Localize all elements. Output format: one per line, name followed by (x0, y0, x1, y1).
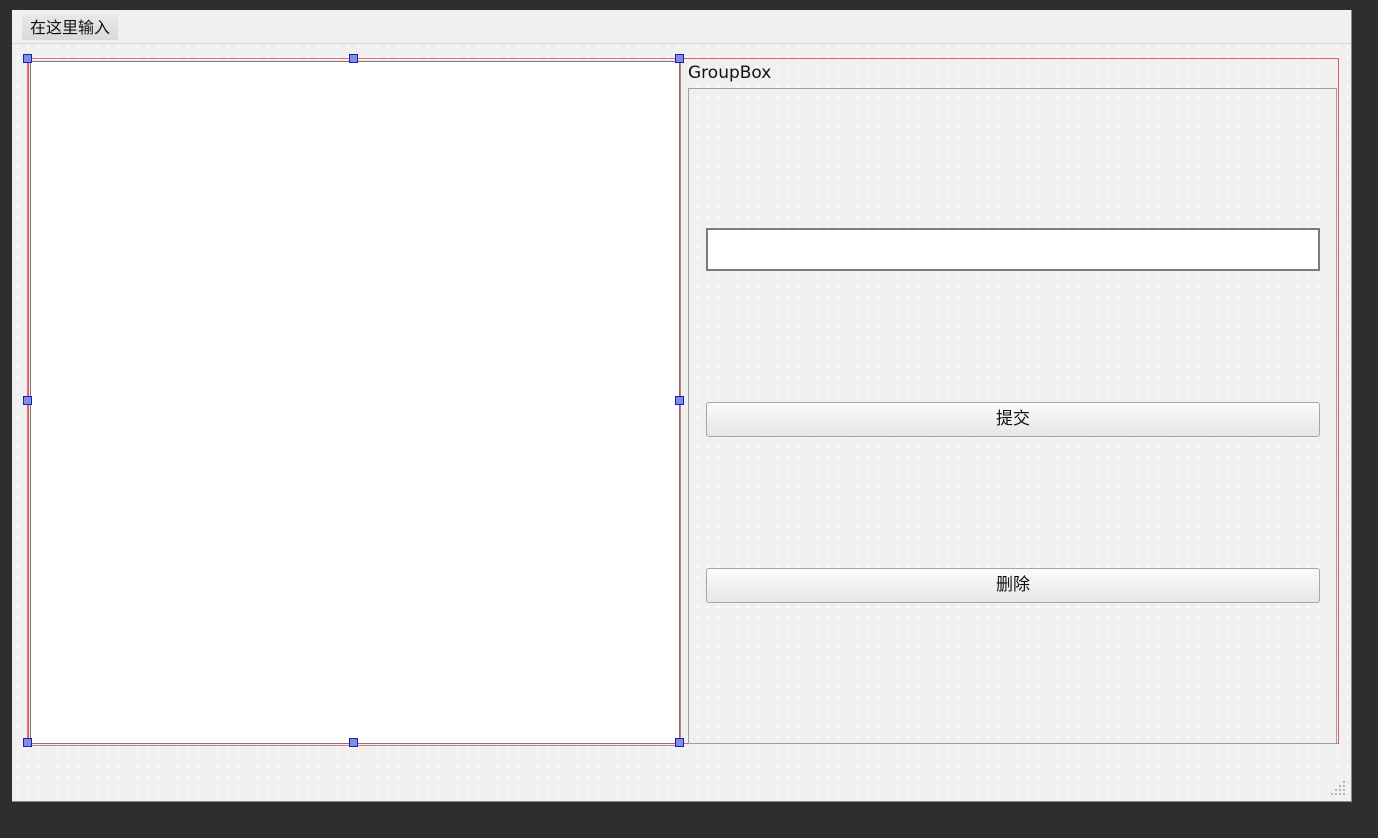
line-edit-input[interactable] (706, 228, 1320, 271)
selection-handle-top[interactable] (349, 54, 358, 63)
text-edit[interactable] (30, 61, 680, 744)
selection-handle-right[interactable] (675, 396, 684, 405)
selection-handle-left[interactable] (23, 396, 32, 405)
selection-handle-bottom-left[interactable] (23, 738, 32, 747)
selection-handle-top-right[interactable] (675, 54, 684, 63)
selection-handle-bottom-right[interactable] (675, 738, 684, 747)
size-grip-icon[interactable] (1327, 777, 1347, 797)
menu-item-type-here[interactable]: 在这里输入 (22, 15, 119, 40)
selection-handle-bottom[interactable] (349, 738, 358, 747)
groupbox-title: GroupBox (688, 63, 772, 83)
selection-handle-top-left[interactable] (23, 54, 32, 63)
delete-button[interactable]: 删除 (706, 568, 1320, 603)
designer-form: 在这里输入 GroupBox 提交 删除 (12, 10, 1352, 802)
menu-bar: 在这里输入 (12, 10, 1351, 44)
submit-button[interactable]: 提交 (706, 402, 1320, 437)
